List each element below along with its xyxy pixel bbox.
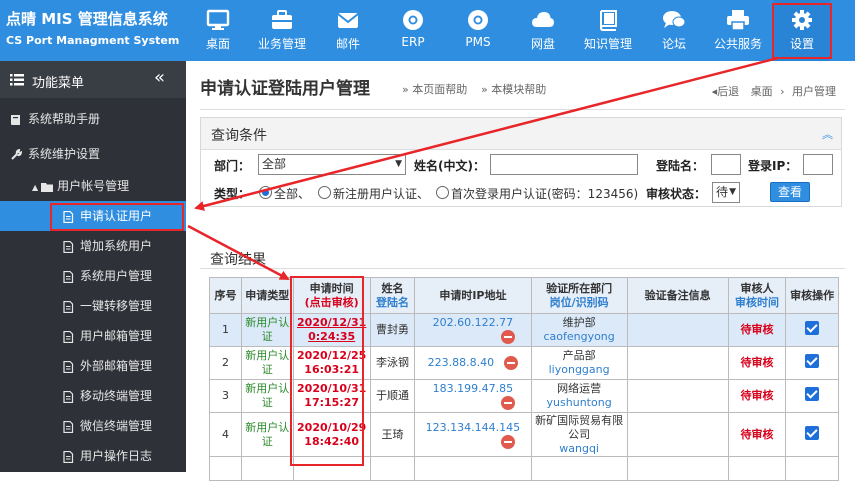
arrow-settings-to-item bbox=[194, 56, 779, 211]
arrow-item-to-time-column bbox=[187, 224, 290, 281]
annotation-arrows bbox=[187, 56, 779, 281]
